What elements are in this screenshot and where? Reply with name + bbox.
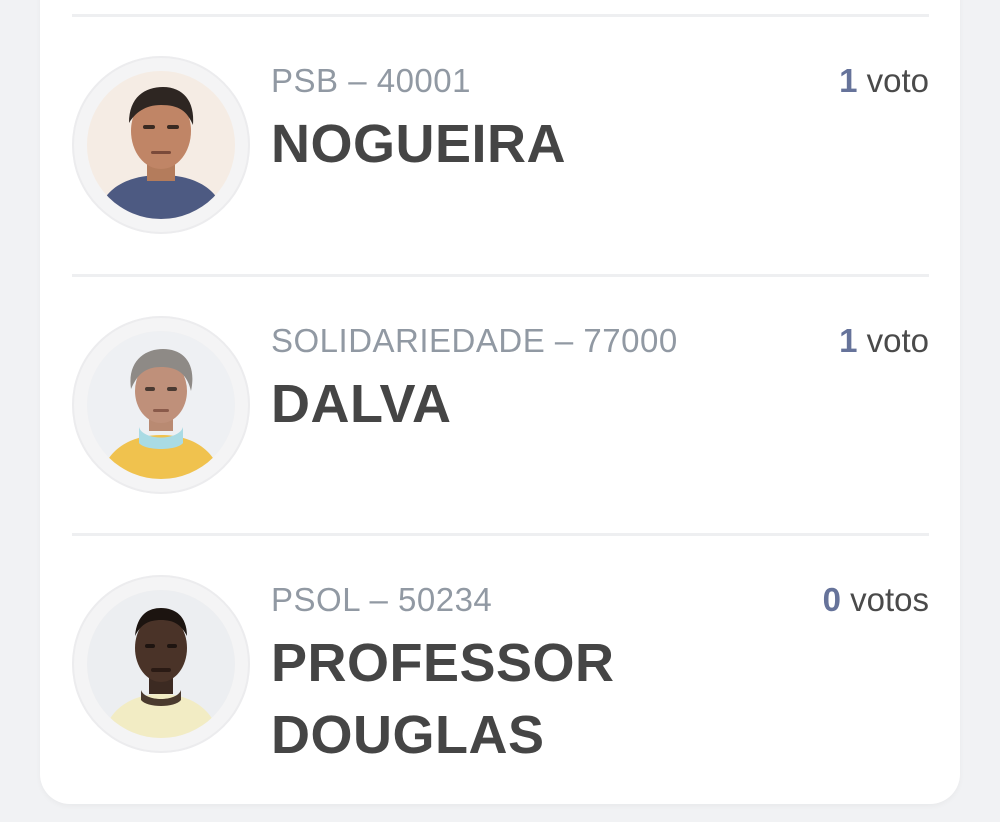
vote-count: 1 bbox=[839, 62, 858, 99]
candidate-photo bbox=[87, 331, 235, 479]
candidate-name: DALVA bbox=[271, 368, 451, 440]
party-number: SOLIDARIEDADE – 77000 bbox=[271, 322, 678, 359]
avatar-ring bbox=[72, 575, 250, 753]
candidate-name-line: PROFESSOR bbox=[271, 633, 615, 693]
candidate-name: PROFESSOR DOUGLAS bbox=[271, 627, 615, 771]
candidate-photo bbox=[87, 71, 235, 219]
avatar-ring bbox=[72, 56, 250, 234]
candidate-name: NOGUEIRA bbox=[271, 108, 566, 180]
party-number: PSOL – 50234 bbox=[271, 581, 493, 618]
vote-total: 1 voto bbox=[839, 322, 929, 360]
candidate-name-line: DOUGLAS bbox=[271, 705, 545, 765]
vote-unit: voto bbox=[866, 322, 929, 359]
candidate-name-line: DALVA bbox=[271, 374, 452, 434]
vote-count: 1 bbox=[839, 322, 858, 359]
vote-unit: votos bbox=[850, 581, 929, 618]
vote-unit: voto bbox=[866, 62, 929, 99]
party-number: PSB – 40001 bbox=[271, 62, 471, 99]
avatar-ring bbox=[72, 316, 250, 494]
vote-total: 0 votos bbox=[823, 581, 929, 619]
candidate-photo bbox=[87, 590, 235, 738]
divider bbox=[72, 533, 929, 536]
divider bbox=[72, 14, 929, 17]
divider bbox=[72, 274, 929, 277]
candidate-row[interactable]: SOLIDARIEDADE – 77000 DALVA 1 voto bbox=[72, 316, 929, 516]
vote-count: 0 bbox=[822, 581, 841, 618]
candidate-row[interactable]: PSB – 40001 NOGUEIRA 1 voto bbox=[72, 56, 929, 256]
vote-total: 1 voto bbox=[839, 62, 929, 100]
candidate-name-line: NOGUEIRA bbox=[271, 114, 567, 174]
candidate-row[interactable]: PSOL – 50234 PROFESSOR DOUGLAS 0 votos bbox=[72, 575, 929, 805]
